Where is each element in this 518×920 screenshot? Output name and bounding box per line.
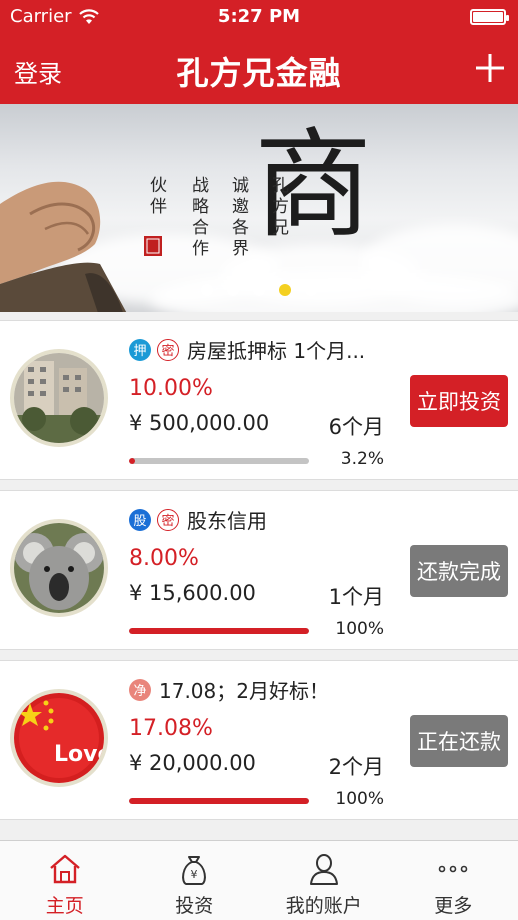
building-photo	[14, 353, 104, 443]
shareholder-tag: 股	[129, 508, 151, 531]
loan-term: 2个月	[328, 755, 384, 779]
seal-stamp	[144, 236, 162, 256]
loan-avatar	[10, 349, 108, 447]
home-icon	[49, 854, 80, 884]
progress-fill	[129, 458, 135, 464]
tab-account[interactable]: 我的账户	[259, 841, 389, 920]
plus-icon[interactable]	[472, 50, 508, 86]
loan-avatar	[10, 519, 108, 617]
koala-photo	[14, 523, 104, 613]
promo-banner[interactable]: 商 孔方兄 诚邀各界 战略合作 伙伴	[0, 104, 518, 312]
progress-bar	[129, 798, 309, 804]
carousel-dot[interactable]	[305, 284, 317, 296]
progress-text: 100%	[335, 789, 384, 809]
tab-home[interactable]: 主页	[0, 841, 130, 920]
svg-text:¥: ¥	[191, 868, 198, 881]
more-icon	[438, 865, 468, 873]
loan-title: 房屋抵押标 1个月...	[187, 339, 366, 363]
carousel-dot[interactable]	[201, 284, 213, 296]
loan-term: 6个月	[328, 415, 384, 439]
loan-title: 17.08；2月好标！	[159, 679, 329, 703]
loan-amount: ¥ 500,000.00	[129, 411, 270, 435]
banner-text-4: 伙伴	[146, 176, 166, 218]
status-time: 5:27 PM	[217, 6, 301, 27]
loan-rate: 10.00%	[129, 376, 213, 401]
battery-icon	[470, 9, 509, 25]
loan-title: 股东信用	[187, 509, 267, 533]
progress-fill	[129, 798, 309, 804]
tab-more-label: 更多	[434, 895, 473, 917]
net-value-tag: 净	[129, 678, 151, 701]
avatar-text: Love Chi	[54, 742, 104, 767]
tab-account-label: 我的账户	[285, 895, 362, 917]
invest-now-button[interactable]: 立即投资	[410, 375, 508, 427]
private-tag: 密	[157, 338, 179, 361]
private-tag: 密	[157, 508, 179, 531]
progress-bar	[129, 458, 309, 464]
tab-invest[interactable]: ¥ 投资	[130, 841, 260, 920]
loan-amount: ¥ 15,600.00	[129, 581, 256, 605]
carousel-dot[interactable]	[253, 284, 265, 296]
tab-more[interactable]: 更多	[389, 841, 518, 920]
loan-item[interactable]: 股 密 股东信用 8.00% ¥ 15,600.00 1个月 100% 还款完成	[0, 490, 518, 650]
tab-home-label: 主页	[45, 895, 84, 917]
progress-fill	[129, 628, 309, 634]
carousel-dots[interactable]	[0, 284, 518, 296]
loan-item[interactable]: Love Chi 净 17.08；2月好标！ 17.08% ¥ 20,000.0…	[0, 660, 518, 820]
loan-item[interactable]: 押 密 房屋抵押标 1个月... 10.00% ¥ 500,000.00 6个月…	[0, 320, 518, 480]
loan-term: 1个月	[328, 585, 384, 609]
carousel-dot-active[interactable]	[279, 284, 291, 296]
status-bar: Carrier 5:27 PM	[0, 0, 518, 34]
collateral-tag: 押	[129, 338, 151, 361]
repaid-button[interactable]: 还款完成	[410, 545, 508, 597]
loan-rate: 8.00%	[129, 546, 199, 571]
banner-text-3: 战略合作	[188, 176, 208, 260]
banner-text-1: 孔方兄	[268, 176, 288, 239]
tab-bar: 主页 ¥ 投资 我的账户 更多	[0, 840, 518, 920]
repaying-button[interactable]: 正在还款	[410, 715, 508, 767]
progress-bar	[129, 628, 309, 634]
login-button[interactable]: 登录	[14, 54, 62, 89]
tab-invest-label: 投资	[175, 895, 214, 917]
money-bag-icon: ¥	[182, 856, 207, 885]
user-icon	[309, 854, 338, 885]
progress-text: 3.2%	[340, 449, 384, 469]
nav-bar: 登录 孔方兄金融	[0, 34, 518, 104]
progress-text: 100%	[335, 619, 384, 639]
china-flag-photo: Love Chi	[14, 693, 104, 783]
carousel-dot[interactable]	[227, 284, 239, 296]
banner-text-2: 诚邀各界	[228, 176, 248, 260]
page-title: 孔方兄金融	[176, 54, 342, 92]
loan-rate: 17.08%	[129, 716, 213, 741]
loan-amount: ¥ 20,000.00	[129, 751, 256, 775]
loan-avatar: Love Chi	[10, 689, 108, 787]
